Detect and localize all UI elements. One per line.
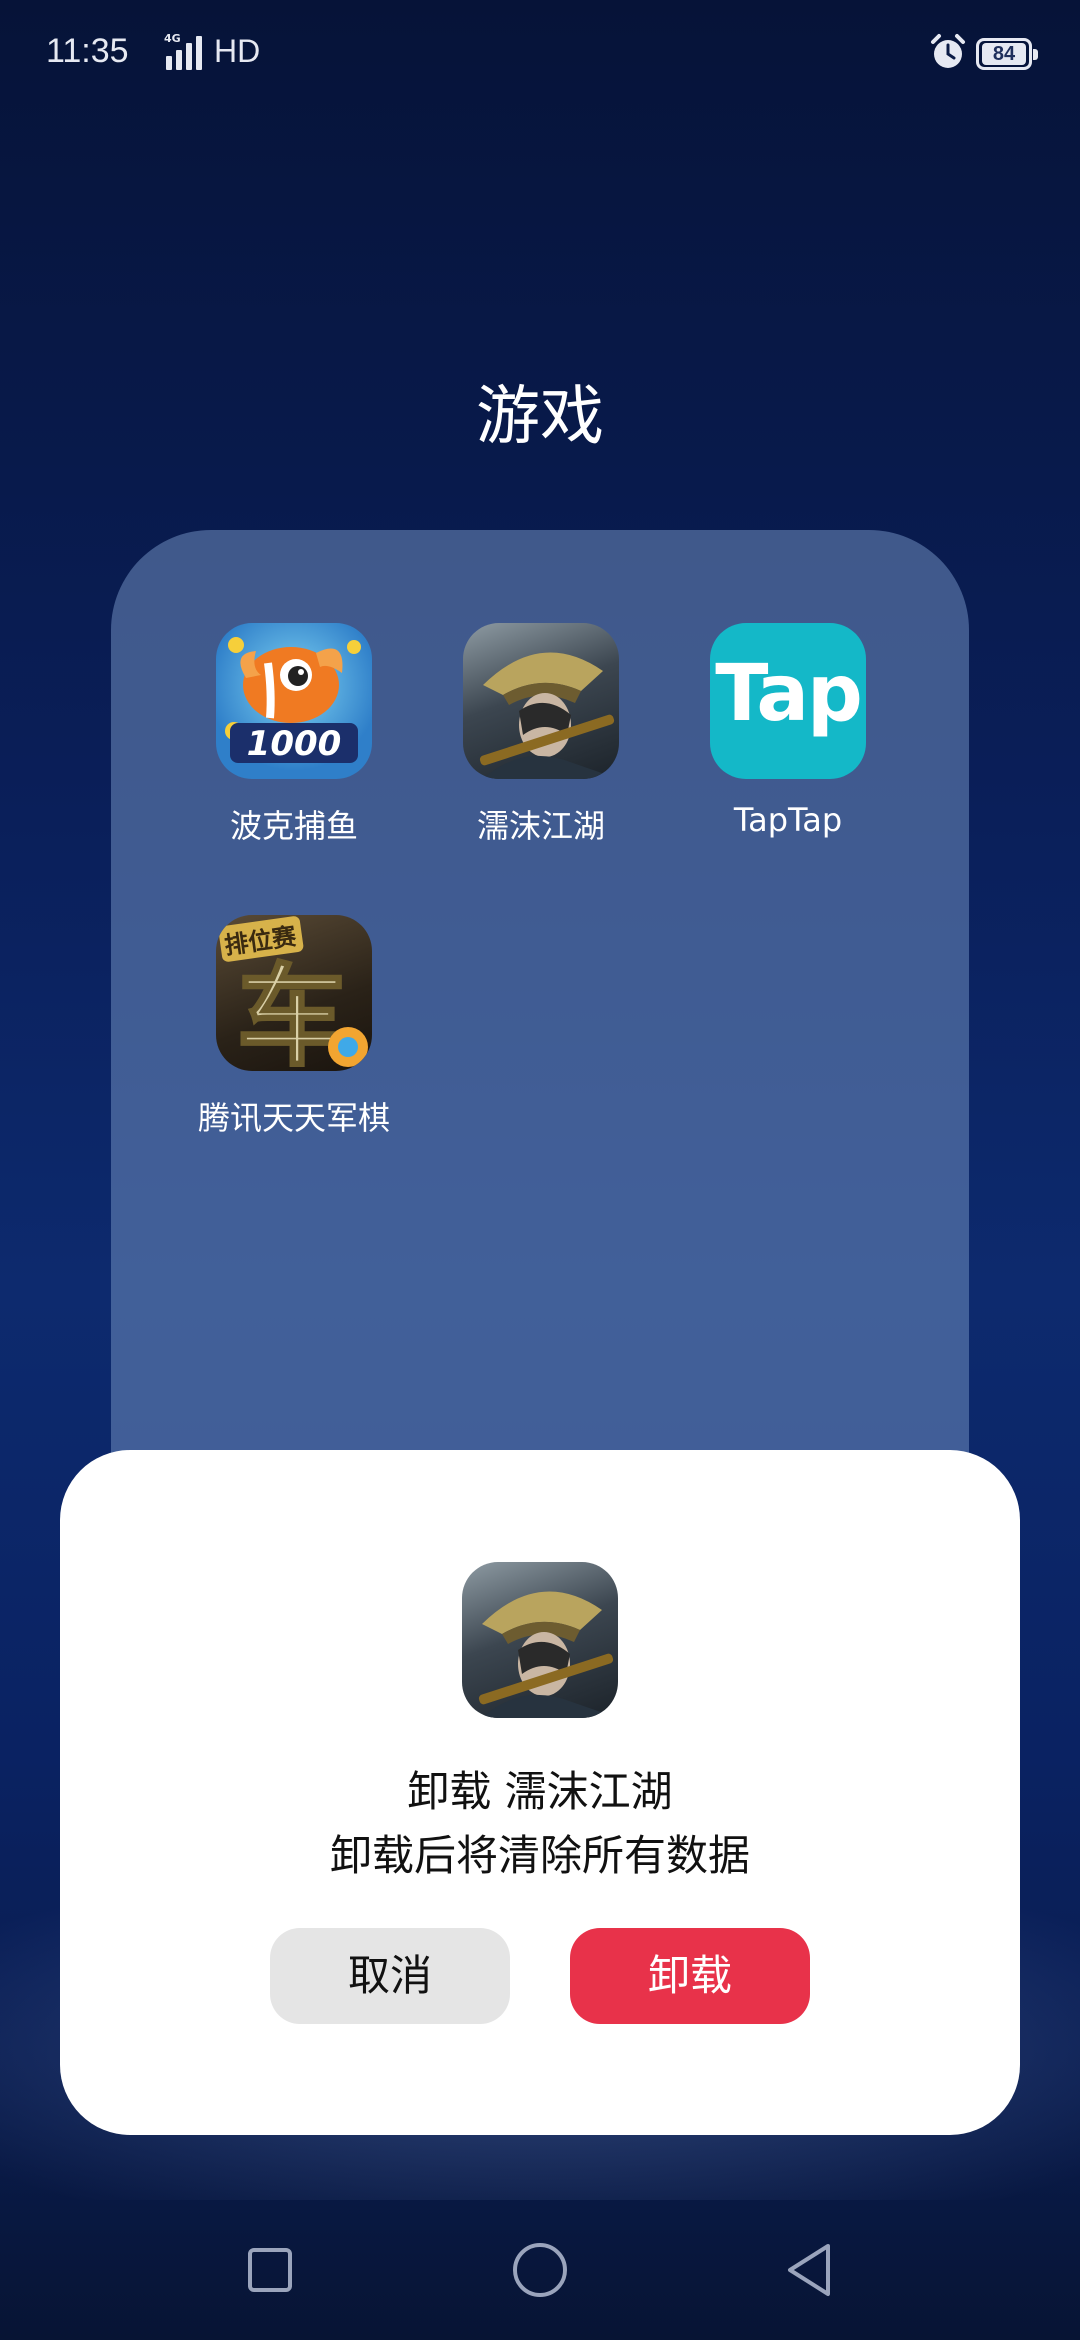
fish-badge-text: 1000: [247, 724, 342, 764]
battery-level: 84: [982, 43, 1026, 65]
circle-icon[interactable]: [510, 2240, 570, 2300]
cancel-button[interactable]: 取消: [270, 1928, 510, 2024]
alarm-icon: [931, 34, 965, 68]
navigation-bar: [0, 2220, 1080, 2320]
app-label: 腾讯天天军棋: [197, 1099, 390, 1137]
folder-title[interactable]: 游戏: [0, 365, 1080, 457]
battery-icon: 84: [976, 38, 1038, 70]
uninstall-dialog: 卸载 濡沫江湖 卸载后将清除所有数据 取消 卸载: [60, 1450, 1020, 2135]
app-taptap[interactable]: Tap TapTap: [678, 623, 898, 839]
swordsman-game-icon: [462, 1562, 618, 1718]
square-icon[interactable]: [240, 2240, 300, 2300]
app-tiantianjunqi[interactable]: 排位赛 车 腾讯天天军棋: [184, 915, 404, 1139]
uninstall-button[interactable]: 卸载: [570, 1928, 810, 2024]
swordsman-game-icon: [463, 623, 619, 779]
fish-game-icon: 1000: [216, 623, 372, 779]
status-time: 11:35: [46, 32, 129, 70]
network-type: 4G: [164, 32, 181, 45]
signal-icon: 4G: [162, 32, 202, 70]
army-chess-icon: 排位赛 车: [216, 915, 372, 1071]
app-bokebuyu[interactable]: 1000 波克捕鱼: [184, 623, 404, 847]
hd-indicator: HD: [214, 33, 261, 69]
app-label: TapTap: [733, 801, 843, 839]
status-bar: 11:35 4G HD 84: [0, 0, 1080, 110]
taptap-icon: Tap: [710, 623, 866, 779]
dialog-title: 卸载 濡沫江湖: [407, 1767, 673, 1816]
app-rumojianghu[interactable]: 濡沫江湖: [431, 623, 651, 847]
app-label: 波克捕鱼: [229, 807, 358, 845]
triangle-back-icon[interactable]: [780, 2240, 840, 2300]
taptap-icon-text: Tap: [715, 649, 863, 739]
dialog-message: 卸载后将清除所有数据: [329, 1831, 750, 1880]
app-label: 濡沫江湖: [476, 807, 605, 845]
